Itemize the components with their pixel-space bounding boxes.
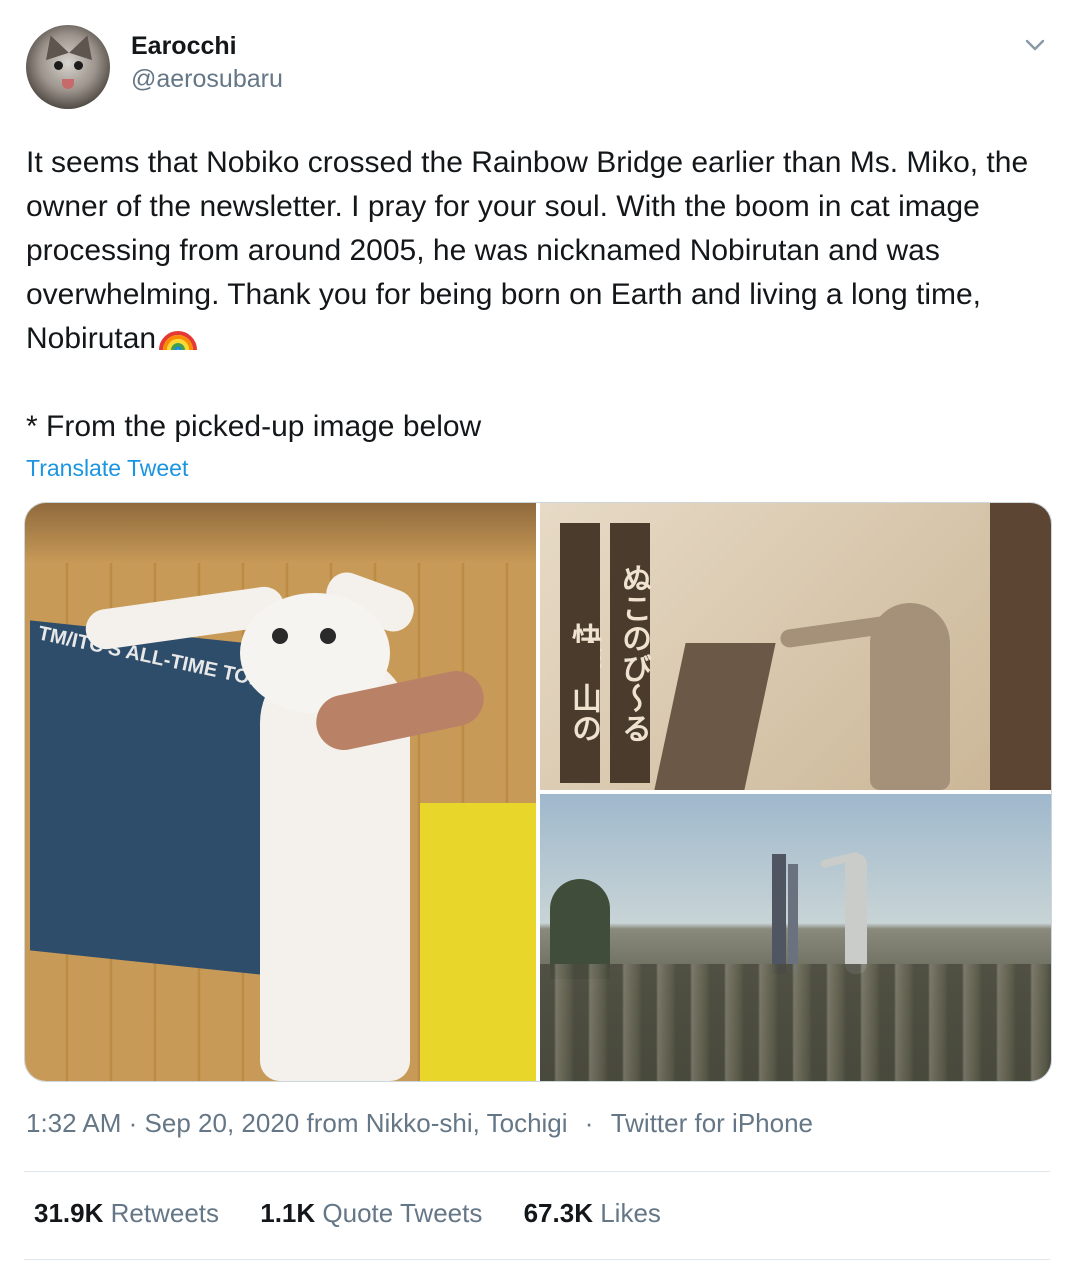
photo-cat-eye-right bbox=[320, 628, 336, 644]
tweet-meta: 1:32 AM · Sep 20, 2020 from Nikko-shi, T… bbox=[26, 1108, 813, 1139]
author-avatar[interactable] bbox=[26, 25, 110, 109]
quote-tweets-count: 1.1K bbox=[260, 1198, 316, 1228]
photo-sign-3: 山の bbox=[560, 643, 600, 783]
tweet-location[interactable]: Nikko-shi, Tochigi bbox=[366, 1108, 568, 1139]
translate-tweet-link[interactable]: Translate Tweet bbox=[26, 455, 188, 482]
tweet-date[interactable]: Sep 20, 2020 bbox=[145, 1108, 300, 1139]
tweet-footnote: * From the picked-up image below bbox=[26, 410, 482, 443]
tweet-paragraph: It seems that Nobiko crossed the Rainbow… bbox=[26, 141, 1056, 361]
avatar-mouth bbox=[62, 79, 74, 89]
photo-cat bbox=[845, 854, 867, 974]
chevron-down-icon[interactable] bbox=[1022, 32, 1048, 58]
likes-label: Likes bbox=[600, 1198, 661, 1228]
avatar-eye-left bbox=[54, 61, 63, 70]
author-handle[interactable]: @aerosubaru bbox=[131, 65, 283, 94]
photo-building bbox=[654, 643, 776, 790]
photo-right-sign bbox=[990, 503, 1051, 790]
photo-tower bbox=[772, 854, 786, 974]
avatar-ear-left bbox=[39, 31, 69, 61]
tweet-text: It seems that Nobiko crossed the Rainbow… bbox=[26, 141, 1056, 449]
meta-from: from bbox=[306, 1108, 359, 1138]
photo-city-cat[interactable] bbox=[540, 794, 1051, 1081]
photo-sign-2: ぬこのび〜る bbox=[610, 523, 650, 783]
photo-cat-eye-left bbox=[272, 628, 288, 644]
media-grid: TM/ITC'S ALL-TIME TOP TEAM. 快諾 ぬこのび〜る 山の bbox=[24, 502, 1052, 1082]
divider bbox=[24, 1171, 1050, 1172]
tweet-stats: 31.9K Retweets 1.1K Quote Tweets 67.3K L… bbox=[34, 1198, 695, 1229]
author-name[interactable]: Earocchi bbox=[131, 32, 237, 61]
avatar-eye-right bbox=[74, 61, 83, 70]
likes-stat[interactable]: 67.3K Likes bbox=[524, 1198, 661, 1229]
tweet-source[interactable]: Twitter for iPhone bbox=[611, 1108, 813, 1139]
divider bbox=[24, 1259, 1050, 1260]
photo-long-cat[interactable]: TM/ITC'S ALL-TIME TOP TEAM. bbox=[25, 503, 536, 1081]
retweets-count: 31.9K bbox=[34, 1198, 104, 1228]
likes-count: 67.3K bbox=[523, 1198, 593, 1228]
quote-tweets-stat[interactable]: 1.1K Quote Tweets bbox=[260, 1198, 482, 1229]
retweets-stat[interactable]: 31.9K Retweets bbox=[34, 1198, 219, 1229]
meta-separator: · bbox=[128, 1108, 138, 1138]
photo-tower-2 bbox=[788, 864, 798, 974]
retweets-label: Retweets bbox=[110, 1198, 220, 1228]
photo-yellow-banner bbox=[420, 803, 536, 1081]
avatar-ear-right bbox=[69, 31, 99, 61]
tweet-time[interactable]: 1:32 AM bbox=[26, 1108, 121, 1139]
rainbow-icon bbox=[159, 331, 198, 351]
quote-tweets-label: Quote Tweets bbox=[322, 1198, 483, 1228]
photo-houses bbox=[540, 964, 1051, 1081]
photo-ceiling bbox=[25, 503, 536, 563]
meta-separator-2: · bbox=[584, 1108, 594, 1138]
photo-retro-poster-cat[interactable]: 快諾 ぬこのび〜る 山の bbox=[540, 503, 1051, 790]
photo-cat bbox=[870, 603, 950, 790]
